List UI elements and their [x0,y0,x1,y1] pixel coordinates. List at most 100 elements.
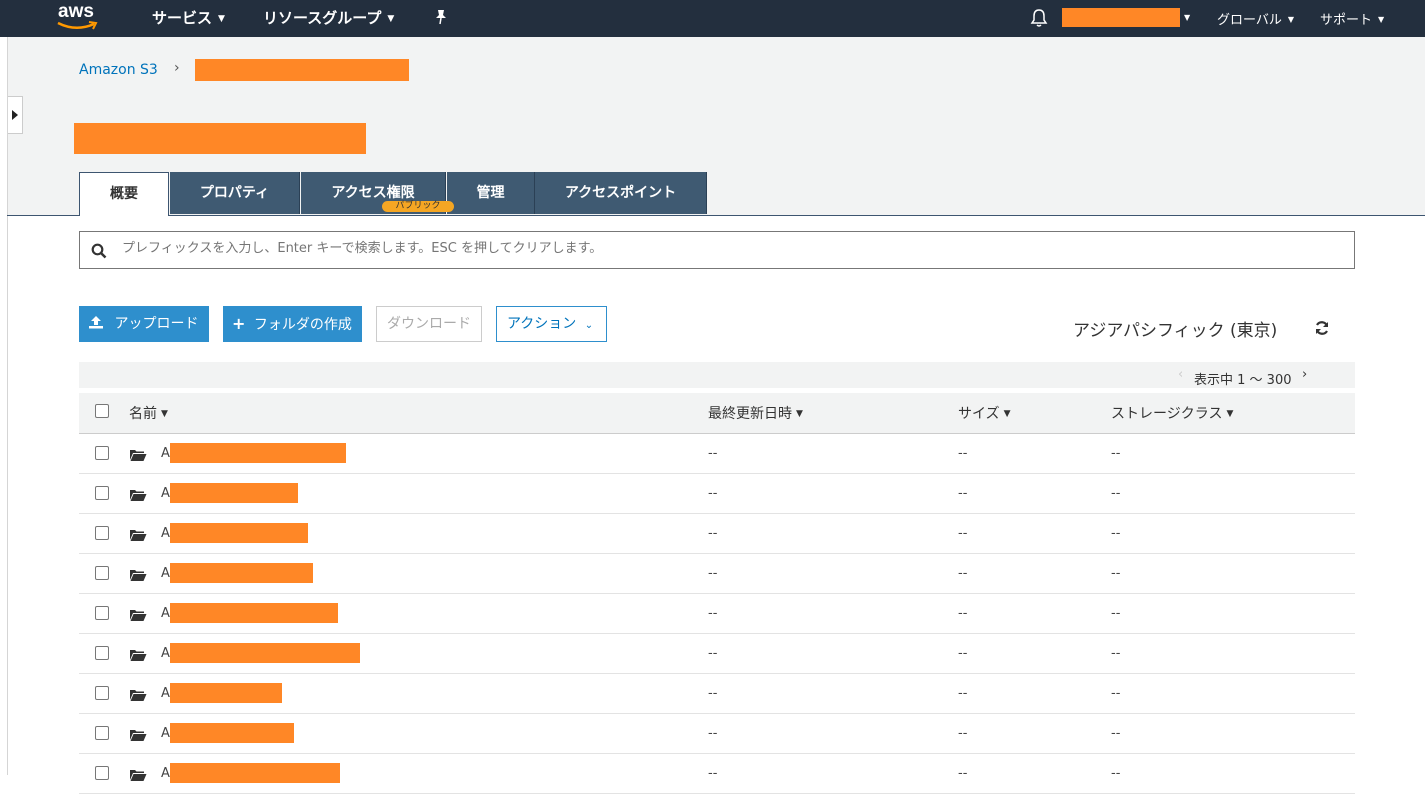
size-cell: -- [958,686,968,701]
upload-icon [89,316,103,329]
folder-name[interactable]: A [161,766,170,781]
actions-dropdown-label: アクション [507,316,577,332]
folder-name[interactable]: A [161,446,170,461]
size-cell: -- [958,606,968,621]
folder-icon [129,767,147,786]
column-size-label: サイズ [958,406,1000,422]
create-folder-button-label: フォルダの作成 [253,317,352,333]
folder-name-redacted[interactable] [170,563,313,583]
tab-permissions-label: アクセス権限 [331,185,415,201]
table-row[interactable]: A -- -- -- [79,554,1355,594]
support-menu-label: サポート [1320,13,1373,28]
create-folder-button[interactable]: + フォルダの作成 [223,306,362,342]
tab-access-points[interactable]: アクセスポイント [535,172,707,214]
table-row[interactable]: A -- -- -- [79,634,1355,674]
breadcrumb-chevron-icon: › [174,60,180,76]
folder-icon [129,567,147,586]
storage-class-cell: -- [1111,766,1121,781]
folder-name-redacted[interactable] [170,523,308,543]
chevron-down-icon: ▼ [218,14,225,24]
table-row[interactable]: A -- -- -- [79,594,1355,634]
resource-groups-menu[interactable]: リソースグループ ▼ [263,7,394,28]
breadcrumb-amazon-s3[interactable]: Amazon S3 [79,62,158,78]
tab-access-points-label: アクセスポイント [564,185,677,201]
tab-properties[interactable]: プロパティ [170,172,300,214]
folder-icon [129,527,147,546]
services-menu[interactable]: サービス ▼ [152,7,225,28]
last-modified-cell: -- [708,566,718,581]
last-modified-cell: -- [708,486,718,501]
column-size[interactable]: サイズ ▼ [958,403,1011,423]
sidebar-toggle[interactable] [8,96,23,134]
row-checkbox[interactable] [95,486,109,500]
row-checkbox[interactable] [95,606,109,620]
folder-name-redacted[interactable] [170,483,298,503]
folder-icon [129,727,147,746]
select-all-checkbox[interactable] [95,404,109,418]
folder-name[interactable]: A [161,486,170,501]
aws-smile-icon [57,21,98,30]
table-row[interactable]: A -- -- -- [79,514,1355,554]
table-row[interactable]: A -- -- -- [79,474,1355,514]
folder-name-redacted[interactable] [170,683,282,703]
resource-groups-label: リソースグループ [263,9,382,27]
row-checkbox[interactable] [95,566,109,580]
actions-dropdown[interactable]: アクション ⌄ [496,306,607,342]
folder-name-redacted[interactable] [170,603,338,623]
folder-icon [129,687,147,706]
folder-name[interactable]: A [161,566,170,581]
pagination-bar [79,362,1355,388]
sort-caret-icon: ▼ [161,409,168,419]
folder-name-redacted[interactable] [170,763,340,783]
column-storage-class[interactable]: ストレージクラス ▼ [1111,403,1233,423]
support-menu[interactable]: サポート ▼ [1320,9,1384,28]
folder-name[interactable]: A [161,646,170,661]
region-menu[interactable]: グローバル ▼ [1217,9,1294,28]
folder-name-redacted[interactable] [170,443,346,463]
row-checkbox[interactable] [95,646,109,660]
plus-icon: + [232,314,246,333]
download-button-label: ダウンロード [387,316,471,332]
row-checkbox[interactable] [95,526,109,540]
table-row[interactable]: A -- -- -- [79,754,1355,794]
storage-class-cell: -- [1111,486,1121,501]
search-icon [91,243,107,259]
row-checkbox[interactable] [95,766,109,780]
next-page-icon[interactable]: › [1302,367,1307,382]
table-row[interactable]: A -- -- -- [79,434,1355,474]
refresh-icon[interactable] [1314,320,1330,336]
bell-icon[interactable] [1030,8,1048,28]
folder-name-redacted[interactable] [170,643,360,663]
tab-properties-label: プロパティ [199,185,270,201]
upload-button[interactable]: アップロード [79,306,209,342]
tab-overview[interactable]: 概要 [79,172,169,216]
row-checkbox[interactable] [95,686,109,700]
pin-icon[interactable] [434,9,448,25]
account-chevron-down-icon[interactable]: ▼ [1184,13,1190,22]
size-cell: -- [958,646,968,661]
folder-name[interactable]: A [161,526,170,541]
search-input[interactable] [120,240,1324,257]
tab-management[interactable]: 管理 [447,172,535,214]
size-cell: -- [958,726,968,741]
row-checkbox[interactable] [95,726,109,740]
folder-icon [129,607,147,626]
table-row[interactable]: A -- -- -- [79,674,1355,714]
previous-page-icon[interactable]: ‹ [1178,367,1183,382]
sort-caret-icon: ▼ [1003,409,1011,419]
breadcrumb-bucket-redacted[interactable] [195,59,409,81]
table-row[interactable]: A -- -- -- [79,714,1355,754]
column-last-modified[interactable]: 最終更新日時 ▼ [708,403,803,423]
folder-name[interactable]: A [161,726,170,741]
column-name[interactable]: 名前 ▼ [129,403,168,423]
row-checkbox[interactable] [95,446,109,460]
services-menu-label: サービス [152,9,213,27]
download-button[interactable]: ダウンロード [376,306,482,342]
aws-logo[interactable]: aws [56,0,102,34]
folder-name-redacted[interactable] [170,723,294,743]
account-name-redacted[interactable] [1062,8,1180,27]
last-modified-cell: -- [708,726,718,741]
folder-name[interactable]: A [161,606,170,621]
last-modified-cell: -- [708,606,718,621]
folder-name[interactable]: A [161,686,170,701]
